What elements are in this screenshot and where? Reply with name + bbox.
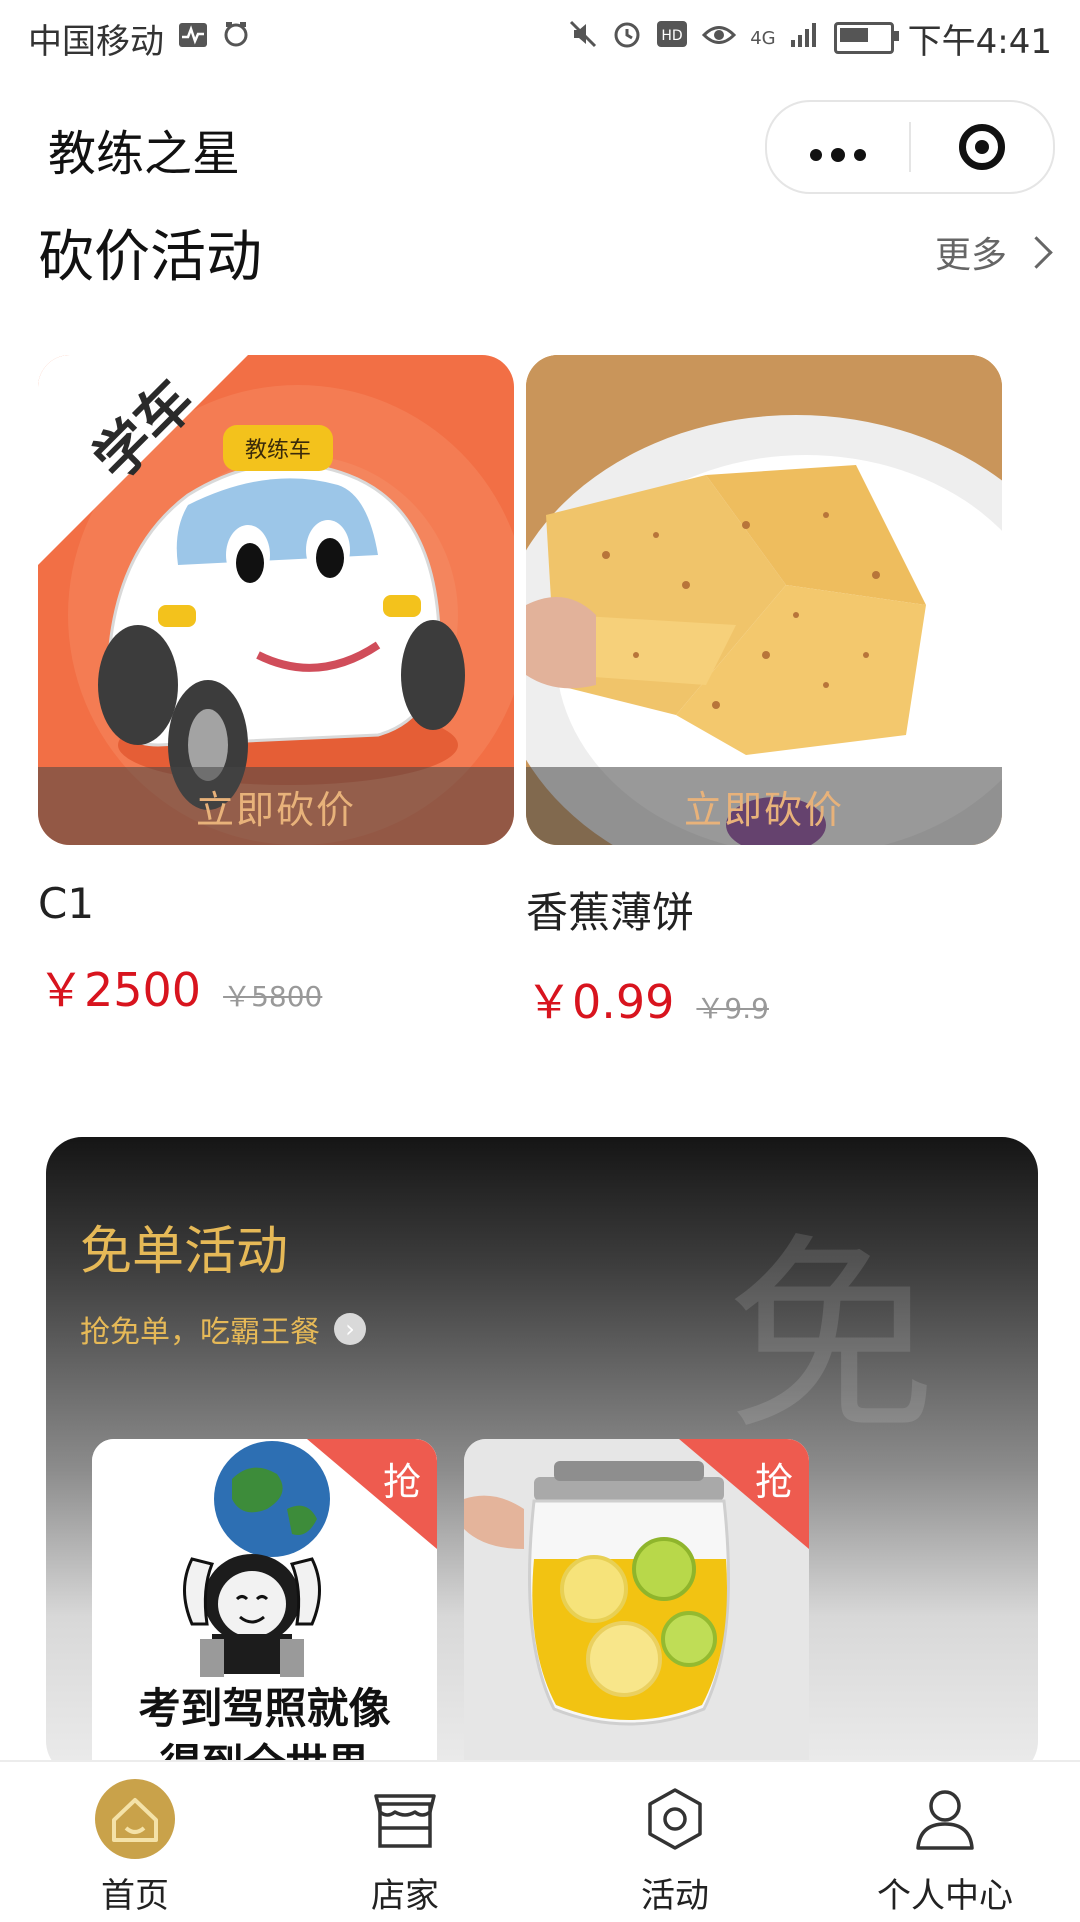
free-item-card[interactable]: 考到驾照就像 得到全世界 抢 — [92, 1439, 437, 1777]
grab-tag-text: 抢 — [754, 1460, 793, 1504]
signal-icon — [790, 20, 820, 56]
store-icon — [364, 1778, 446, 1860]
meme-caption-line1: 考到驾照就像 — [138, 1684, 391, 1733]
more-label: 更多 — [934, 235, 1007, 276]
bargain-more-link[interactable]: 更多 — [934, 226, 1053, 278]
tab-activity[interactable]: 活动 — [540, 1762, 810, 1922]
activity-monitor-icon — [178, 21, 208, 56]
chevron-right-icon — [1020, 235, 1053, 269]
free-order-subtitle-link[interactable]: 抢免单，吃霸王餐 › — [80, 1307, 366, 1351]
tab-profile-label: 个人中心 — [877, 1876, 1013, 1916]
app-header: 教练之星 — [0, 90, 1080, 200]
tab-activity-label: 活动 — [641, 1876, 709, 1916]
app-title: 教练之星 — [48, 126, 241, 182]
mute-icon — [568, 19, 598, 57]
more-options-button[interactable] — [767, 127, 909, 167]
tab-profile[interactable]: 个人中心 — [810, 1762, 1080, 1922]
tab-store[interactable]: 店家 — [270, 1762, 540, 1922]
bottom-tab-bar: 首页 店家 活动 个人中心 — [0, 1760, 1080, 1922]
network-label: 4G — [750, 27, 776, 49]
bargain-now-button[interactable]: 立即砍价 — [526, 767, 1002, 845]
price-row: ￥0.99 ￥9.9 — [526, 966, 1002, 1032]
product-name: C1 — [38, 879, 95, 928]
more-dots-icon — [810, 148, 866, 162]
original-price: ￥9.9 — [696, 992, 769, 1025]
grab-tag-text: 抢 — [382, 1460, 421, 1504]
bargain-now-button[interactable]: 立即砍价 — [38, 767, 514, 845]
arrow-right-circle-icon: › — [334, 1313, 366, 1345]
close-miniprogram-button[interactable] — [911, 124, 1053, 170]
car-badge-text: 教练车 — [245, 438, 311, 463]
car-product-image: 学车 教练车 立即砍价 — [38, 355, 514, 845]
user-icon — [904, 1778, 986, 1860]
battery-icon — [833, 22, 899, 54]
carrier-label: 中国移动 — [28, 21, 164, 62]
bargain-card[interactable]: 立即砍价 香蕉薄饼 ￥0.99 ￥9.9 — [526, 355, 1002, 1032]
activity-icon — [634, 1778, 716, 1860]
miniprogram-capsule — [765, 100, 1055, 194]
status-bar: 中国移动 HD 4G 下午4:41 — [0, 0, 1080, 76]
free-watermark: 免 — [726, 1215, 937, 1460]
price-row: ￥2500 ￥5800 — [38, 954, 514, 1020]
svg-text:HD: HD — [662, 28, 683, 44]
bargain-card[interactable]: 学车 教练车 立即砍价 C1 ￥2500 ￥5800 — [38, 355, 514, 1020]
free-item-card[interactable]: 抢 — [464, 1439, 809, 1777]
alarm-app-icon — [222, 20, 250, 56]
home-icon — [94, 1778, 176, 1860]
current-price: ￥2500 — [38, 963, 202, 1017]
tab-store-label: 店家 — [371, 1876, 439, 1916]
alarm-icon — [612, 19, 642, 57]
bargain-list: 学车 教练车 立即砍价 C1 ￥2500 ￥5800 立即砍价 香蕉薄饼 ￥0.… — [38, 355, 1048, 1035]
bargain-section-header: 砍价活动 更多 — [38, 208, 1053, 290]
product-name: 香蕉薄饼 — [526, 888, 695, 937]
free-order-title: 免单活动 — [80, 1222, 289, 1282]
free-order-subtitle: 抢免单，吃霸王餐 — [80, 1315, 320, 1350]
free-order-panel: 免 免单活动 抢免单，吃霸王餐 › 考到驾照就像 得到全世界 抢 抢 — [46, 1137, 1038, 1777]
original-price: ￥5800 — [223, 980, 323, 1013]
bargain-section-title: 砍价活动 — [38, 225, 262, 290]
current-price: ￥0.99 — [526, 975, 675, 1029]
target-icon — [959, 124, 1005, 170]
hd-icon: HD — [656, 20, 688, 56]
eye-icon — [702, 21, 737, 56]
clock-label: 下午4:41 — [907, 21, 1052, 62]
pancake-product-image: 立即砍价 — [526, 355, 1002, 845]
tab-home[interactable]: 首页 — [0, 1762, 270, 1922]
grab-tag: 抢 — [307, 1439, 437, 1549]
tab-home-label: 首页 — [101, 1876, 169, 1916]
grab-tag: 抢 — [679, 1439, 809, 1549]
